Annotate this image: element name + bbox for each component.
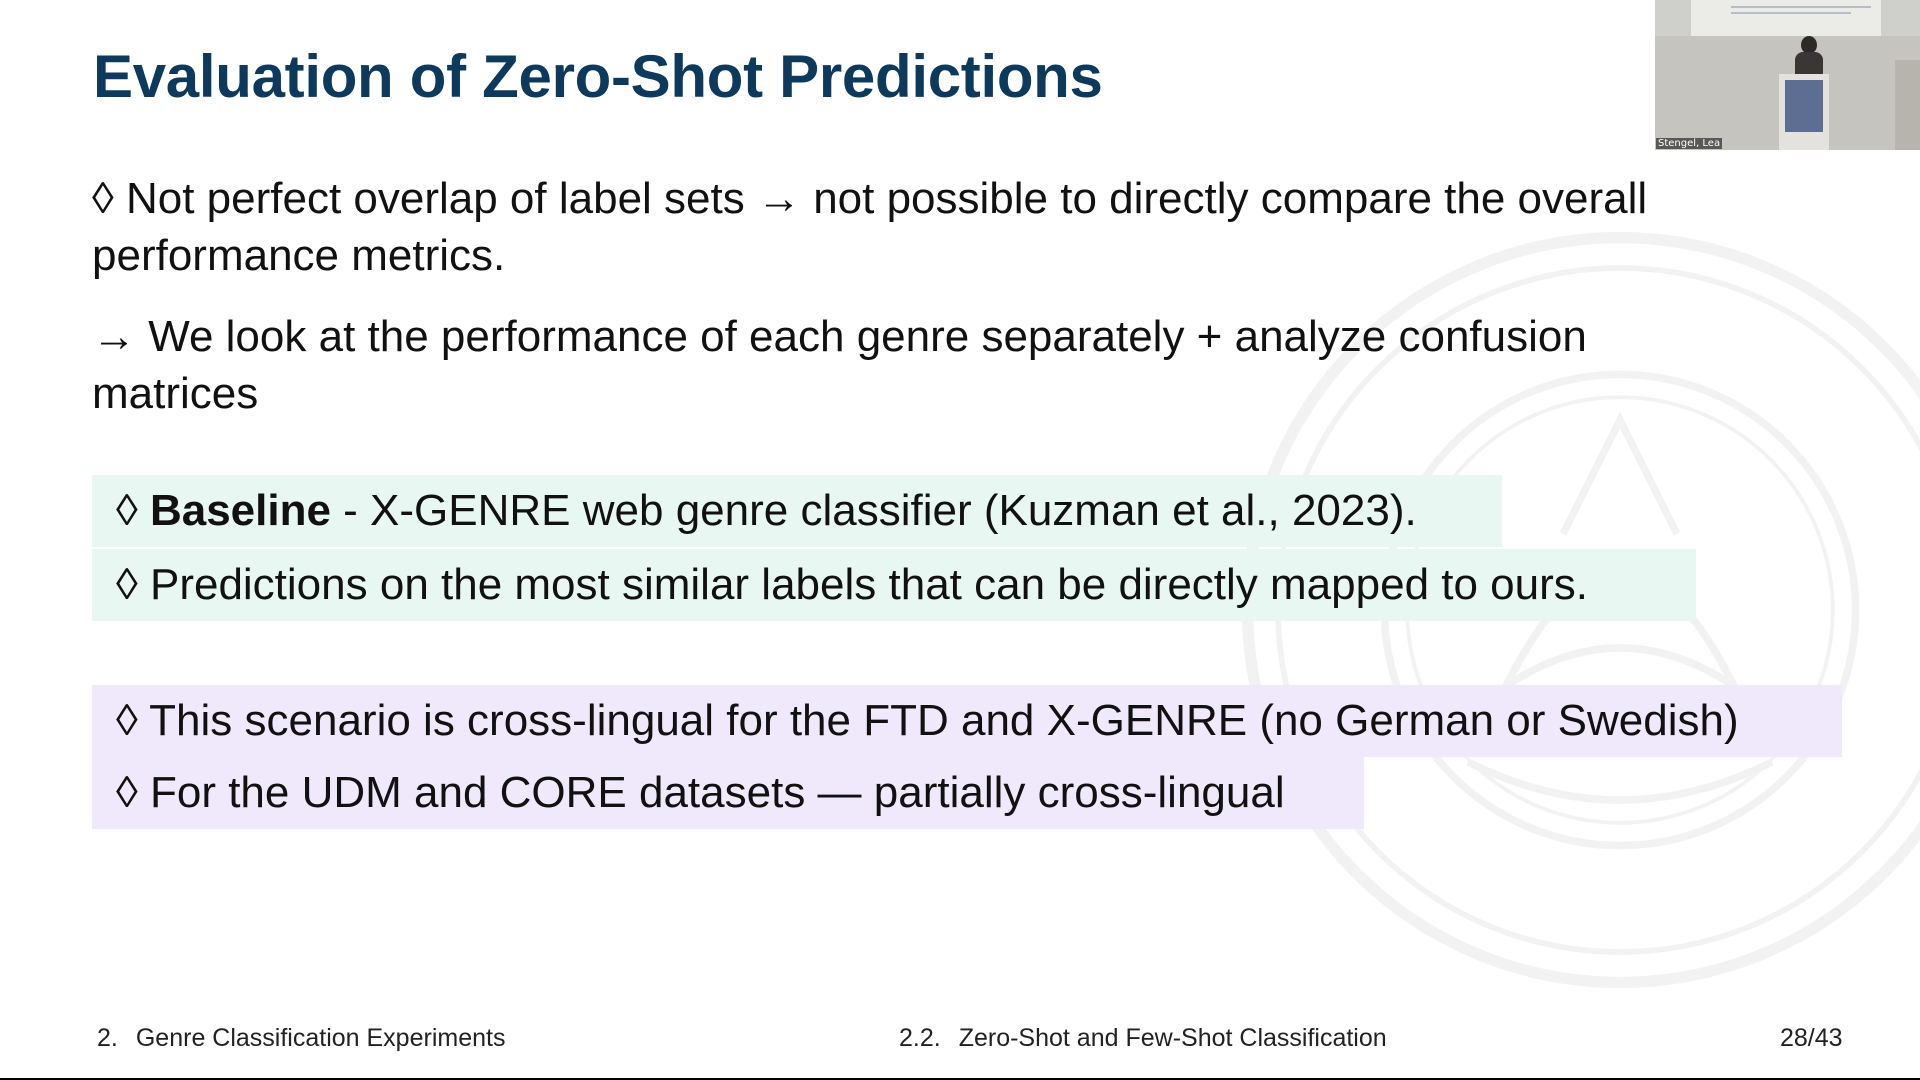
- webcam-door: [1895, 60, 1920, 150]
- baseline-text: - X-GENRE web genre classifier (Kuzman e…: [330, 486, 1417, 535]
- partial-cross-lingual-box: ◊ For the UDM and CORE datasets — partia…: [92, 757, 1364, 829]
- footer-subsection: 2.2. Zero-Shot and Few-Shot Classificatio…: [899, 1024, 1387, 1053]
- participant-name: Stengel, Lea: [1656, 138, 1723, 149]
- webcam-thumbnail[interactable]: Stengel, Lea: [1655, 0, 1920, 150]
- page-number: 28/43: [1780, 1024, 1843, 1052]
- cross-lingual-box: ◊ This scenario is cross-lingual for the…: [92, 685, 1842, 757]
- section-title: Genre Classification Experiments: [135, 1024, 506, 1052]
- webcam-projector-screen: [1691, 0, 1881, 36]
- overlap-note: ◊ Not perfect overlap of label sets → no…: [92, 174, 1648, 280]
- baseline-box: ◊ Baseline - X-GENRE web genre classifie…: [92, 475, 1502, 547]
- baseline-bullet: ◊: [116, 486, 150, 535]
- lectern-poster: [1785, 80, 1823, 132]
- subsection-number: 2.2.: [899, 1024, 941, 1052]
- presentation-slide: Evaluation of Zero-Shot Predictions ◊ No…: [0, 0, 1920, 1078]
- slide-title: Evaluation of Zero-Shot Predictions: [93, 43, 1103, 110]
- section-number: 2.: [97, 1024, 118, 1052]
- predictions-box: ◊ Predictions on the most similar labels…: [92, 549, 1696, 621]
- baseline-label: Baseline: [149, 486, 331, 535]
- footer-section: 2. Genre Classification Experiments: [97, 1024, 505, 1053]
- approach-note: → We look at the performance of each gen…: [92, 312, 1587, 418]
- subsection-title: Zero-Shot and Few-Shot Classification: [958, 1024, 1387, 1052]
